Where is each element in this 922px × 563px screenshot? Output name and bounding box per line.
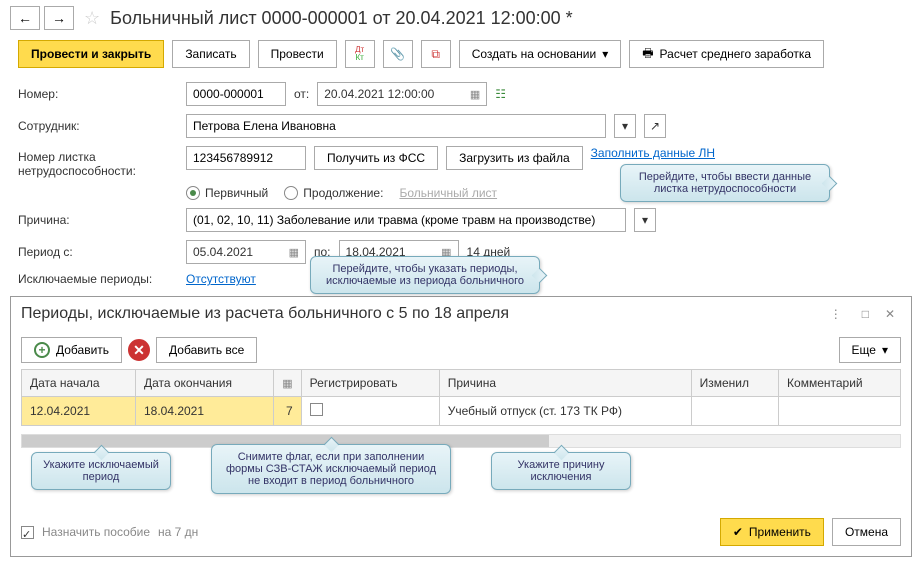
employee-input[interactable] — [186, 114, 606, 138]
assign-checkbox[interactable] — [21, 526, 34, 539]
date-input[interactable]: 20.04.2021 12:00:00 ▦ — [317, 82, 487, 106]
assign-label: Назначить пособие — [42, 525, 150, 539]
add-button[interactable]: + Добавить — [21, 337, 122, 363]
write-button[interactable]: Записать — [172, 40, 249, 68]
load-file-button[interactable]: Загрузить из файла — [446, 146, 583, 170]
excluded-link[interactable]: Отсутствуют — [186, 272, 256, 286]
apply-button[interactable]: ✔ Применить — [720, 518, 824, 546]
attach-button[interactable]: 📎 — [383, 40, 413, 68]
plus-icon: + — [34, 342, 50, 358]
cell-start[interactable]: 12.04.2021 — [22, 397, 136, 426]
tooltip-reason: Укажите причину исключения — [491, 452, 631, 490]
tooltip-period: Укажите исключаемый период — [31, 452, 171, 490]
sick-link-disabled: Больничный лист — [399, 186, 497, 200]
tooltip-ln: Перейдите, чтобы ввести данные листка не… — [620, 164, 830, 202]
radio-primary[interactable]: Первичный — [186, 186, 268, 200]
cell-reason[interactable]: Учебный отпуск (ст. 173 ТК РФ) — [439, 397, 691, 426]
col-changed[interactable]: Изменил — [691, 370, 778, 397]
table-scrollbar[interactable] — [21, 434, 901, 448]
tooltip-szv: Снимите флаг, если при заполнении формы … — [211, 444, 451, 494]
table-row[interactable]: 12.04.2021 18.04.2021 7 Учебный отпуск (… — [22, 397, 901, 426]
col-end[interactable]: Дата окончания — [135, 370, 273, 397]
col-cal[interactable]: ▦ — [274, 370, 301, 397]
calendar-icon[interactable]: ▦ — [289, 246, 299, 259]
col-start[interactable]: Дата начала — [22, 370, 136, 397]
panel-more-icon[interactable]: ⋮ — [820, 307, 852, 321]
page-title: Больничный лист 0000-000001 от 20.04.202… — [110, 8, 573, 29]
employee-label: Сотрудник: — [18, 119, 178, 133]
register-checkbox[interactable] — [310, 403, 323, 416]
print-icon: 🖶 — [642, 44, 653, 65]
fill-ln-link[interactable]: Заполнить данные ЛН — [591, 146, 715, 160]
excluded-label: Исключаемые периоды: — [18, 272, 178, 286]
cell-end[interactable]: 18.04.2021 — [135, 397, 273, 426]
employee-open-button[interactable]: ↗ — [644, 114, 666, 138]
cell-register[interactable] — [301, 397, 439, 426]
employee-select-button[interactable]: ▾ — [614, 114, 636, 138]
post-button[interactable]: Провести — [258, 40, 337, 68]
dtkt-button[interactable]: ДтКт — [345, 40, 375, 68]
excluded-periods-panel: Периоды, исключаемые из расчета больничн… — [10, 296, 912, 557]
favorite-star-icon[interactable]: ☆ — [84, 8, 100, 29]
col-register[interactable]: Регистрировать — [301, 370, 439, 397]
tooltip-excluded: Перейдите, чтобы указать периоды, исключ… — [310, 256, 540, 294]
get-fss-button[interactable]: Получить из ФСС — [314, 146, 438, 170]
number-label: Номер: — [18, 87, 178, 101]
cell-changed[interactable] — [691, 397, 778, 426]
avg-calc-button[interactable]: 🖶 Расчет среднего заработка — [629, 40, 824, 68]
structure-button[interactable]: ⧉ — [421, 40, 451, 68]
period-from-input[interactable]: 05.04.2021 ▦ — [186, 240, 306, 264]
chevron-down-icon: ▾ — [602, 47, 608, 61]
ln-number-label: Номер листка нетрудоспособности: — [18, 146, 178, 178]
panel-close-icon[interactable]: ✕ — [879, 307, 901, 321]
more-button[interactable]: Еще ▾ — [839, 337, 901, 363]
days-suffix: на 7 дн — [158, 525, 198, 539]
cell-days[interactable]: 7 — [274, 397, 301, 426]
reason-input[interactable] — [186, 208, 626, 232]
delete-button[interactable]: ✕ — [128, 339, 150, 361]
calendar-icon[interactable]: ▦ — [470, 88, 480, 101]
radio-continue[interactable]: Продолжение: — [284, 186, 383, 200]
panel-title: Периоды, исключаемые из расчета больничн… — [21, 305, 820, 323]
excluded-table: Дата начала Дата окончания ▦ Регистриров… — [21, 369, 901, 426]
ln-number-input[interactable] — [186, 146, 306, 170]
cell-comment[interactable] — [779, 397, 901, 426]
radio-primary-dot — [186, 186, 200, 200]
col-reason[interactable]: Причина — [439, 370, 691, 397]
post-and-close-button[interactable]: Провести и закрыть — [18, 40, 164, 68]
number-input[interactable] — [186, 82, 286, 106]
radio-continue-dot — [284, 186, 298, 200]
nav-forward-button[interactable]: → — [44, 6, 74, 30]
panel-window-icon[interactable]: □ — [852, 307, 879, 321]
from-label: от: — [294, 87, 309, 101]
reason-select-button[interactable]: ▾ — [634, 208, 656, 232]
create-based-button[interactable]: Создать на основании ▾ — [459, 40, 622, 68]
reason-label: Причина: — [18, 213, 178, 227]
nav-back-button[interactable]: ← — [10, 6, 40, 30]
org-icon[interactable]: ☷ — [495, 87, 506, 101]
cancel-button[interactable]: Отмена — [832, 518, 901, 546]
period-from-label: Период с: — [18, 245, 178, 259]
col-comment[interactable]: Комментарий — [779, 370, 901, 397]
add-all-button[interactable]: Добавить все — [156, 337, 257, 363]
